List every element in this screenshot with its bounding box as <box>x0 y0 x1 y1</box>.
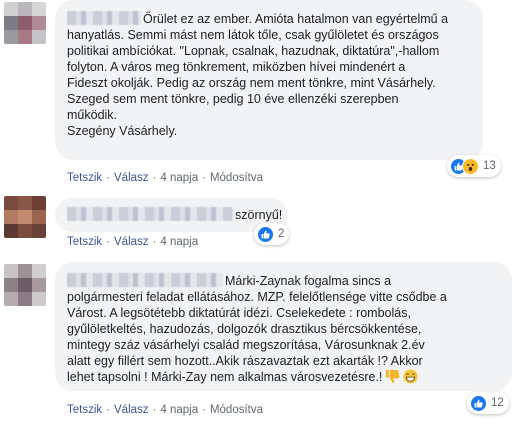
comment-text: folyton. A város meg tönkrement, miközbe… <box>67 60 406 74</box>
comment-3: Márki-Zaynak fogalma sincs a polgármeste… <box>0 262 532 421</box>
comment-line-first: szörnyű! <box>67 207 282 223</box>
comment-actions: Tetszik · Válasz · 4 napja · Módosítva <box>67 404 263 416</box>
separator: · <box>202 404 206 416</box>
reaction-count: 12 <box>491 397 504 409</box>
separator: · <box>152 236 157 248</box>
grin-icon <box>403 369 418 384</box>
like-link[interactable]: Tetszik <box>67 404 102 416</box>
wow-icon <box>462 157 479 175</box>
comment-text: lehet tapsolni ! Márki-Zay nem alkalmas … <box>67 370 383 384</box>
comment-text: alatt egy fillért sem hozott..Akik rásza… <box>67 354 423 368</box>
separator: · <box>202 172 206 184</box>
reply-link[interactable]: Válasz <box>114 172 149 184</box>
avatar[interactable] <box>4 264 46 306</box>
comment-line-first: Márki-Zaynak fogalma sincs a <box>67 273 500 289</box>
reaction-summary[interactable]: 2 <box>254 223 290 245</box>
avatar[interactable] <box>4 2 46 44</box>
reaction-summary[interactable]: 12 <box>467 392 509 414</box>
comment-text: hanyatlás. Semmi mást nem látok tőle, cs… <box>67 28 439 42</box>
separator: · <box>106 172 110 184</box>
comment-bubble: szörnyű! <box>55 198 288 232</box>
comment-actions: Tetszik · Válasz · 4 napja · Módosítva <box>67 172 263 184</box>
edited-label[interactable]: Módosítva <box>210 172 263 184</box>
author-name[interactable] <box>67 207 233 221</box>
comment-text: polgármesteri feladat ellátásához. MZP. … <box>67 290 447 304</box>
reaction-count: 13 <box>483 160 496 172</box>
like-icon <box>470 394 487 412</box>
comment-text: Márki-Zaynak fogalma sincs a <box>225 274 392 288</box>
edited-label[interactable]: Módosítva <box>210 404 263 416</box>
comment-text: Őrület ez az ember. Amióta hatalmon van … <box>143 12 449 26</box>
comment-bubble: Márki-Zaynak fogalma sincs a polgármeste… <box>55 262 512 391</box>
reaction-count: 2 <box>278 228 285 240</box>
comment-line-last: lehet tapsolni ! Márki-Zay nem alkalmas … <box>67 369 500 385</box>
comment-text: mintegy száz vásárhelyi család megszorít… <box>67 338 425 352</box>
like-link[interactable]: Tetszik <box>67 172 102 184</box>
comment-text: politikai ambíciókat. "Lopnak, csalnak, … <box>67 44 440 58</box>
avatar[interactable] <box>4 196 46 238</box>
separator: · <box>106 236 110 248</box>
comment-text: Fideszt okolják. Pedig az ország nem men… <box>67 76 436 90</box>
comment-bubble: Őrület ez az ember. Amióta hatalmon van … <box>55 0 483 160</box>
reply-link[interactable]: Válasz <box>114 404 149 416</box>
comment-text: Szegény Vásárhely. <box>67 124 178 138</box>
timestamp-link[interactable]: 4 napja <box>160 172 198 184</box>
comment-text: Szeged sem ment tönkre, pedig 10 éve ell… <box>67 92 399 106</box>
separator: · <box>152 404 157 416</box>
comment-text: szörnyű! <box>235 208 283 222</box>
comment-line-first: Őrület ez az ember. Amióta hatalmon van … <box>67 11 471 27</box>
thumbs-down-icon <box>385 369 400 384</box>
separator: · <box>106 404 110 416</box>
author-name[interactable] <box>67 11 141 25</box>
reply-link[interactable]: Válasz <box>114 236 149 248</box>
comment-2: szörnyű! 2 Tetszik · Válasz · 4 napja <box>0 196 532 256</box>
like-link[interactable]: Tetszik <box>67 236 102 248</box>
comment-text: gyűlöletkeltés, hazudozás, dolgozók dras… <box>67 322 422 336</box>
comment-text: Várost. A legsötétebb diktatúrát idézi. … <box>67 306 411 320</box>
timestamp-link[interactable]: 4 napja <box>160 236 198 248</box>
author-name[interactable] <box>67 273 223 287</box>
comment-1: Őrület ez az ember. Amióta hatalmon van … <box>0 0 532 190</box>
timestamp-link[interactable]: 4 napja <box>160 404 198 416</box>
comment-text: működik. <box>67 108 118 122</box>
reaction-summary[interactable]: 13 <box>447 155 501 177</box>
separator: · <box>152 172 157 184</box>
like-icon <box>257 225 274 243</box>
comment-actions: Tetszik · Válasz · 4 napja <box>67 236 198 248</box>
